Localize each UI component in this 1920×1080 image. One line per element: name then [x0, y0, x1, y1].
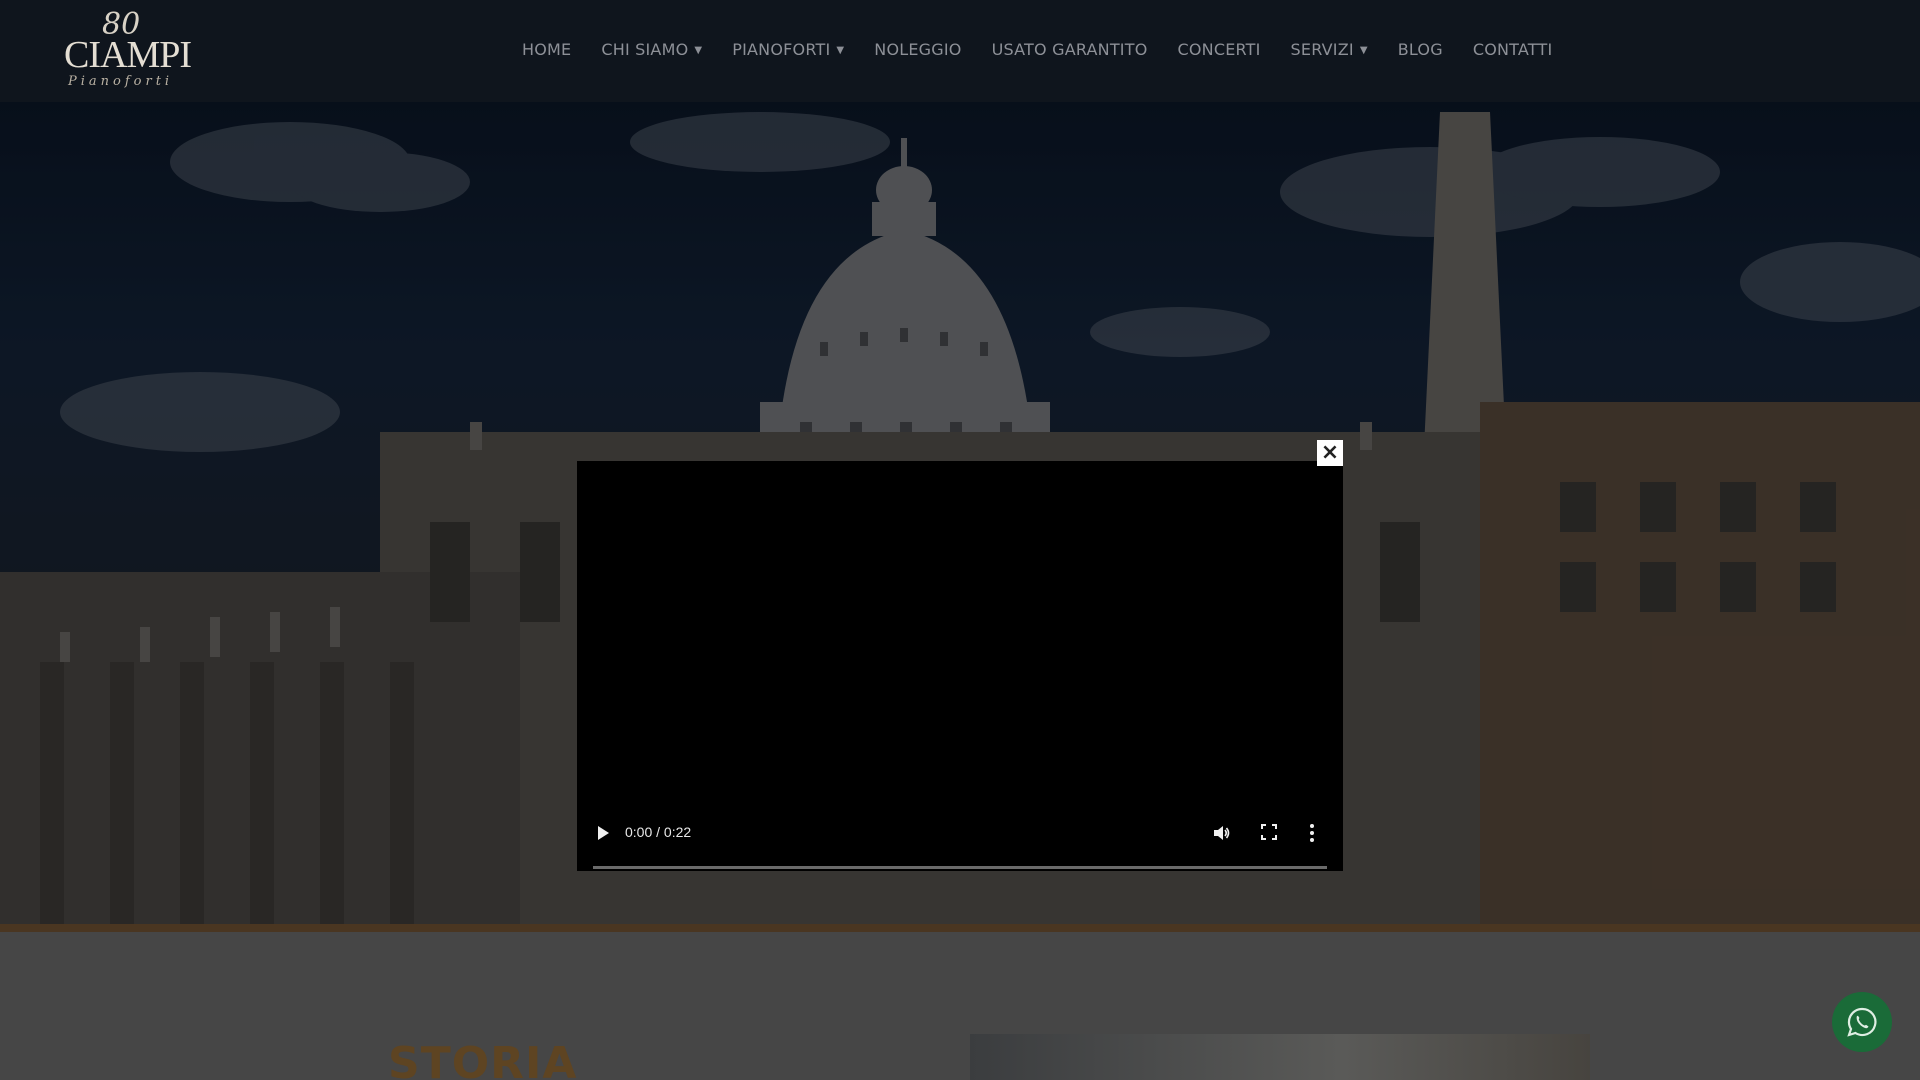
nav-item-label: NOLEGGIO	[874, 39, 962, 59]
fullscreen-icon[interactable]	[1261, 824, 1277, 840]
nav-item-concerti[interactable]: CONCERTI	[1177, 40, 1260, 59]
logo-subtitle: Pianoforti	[68, 74, 174, 89]
nav-item-home[interactable]: HOME	[522, 40, 571, 59]
chevron-down-icon: ▼	[836, 44, 845, 56]
logo-name: CIAMPI	[64, 34, 192, 76]
content-section	[0, 932, 1920, 1080]
close-button[interactable]: ×	[1317, 440, 1343, 466]
nav-item-blog[interactable]: BLOG	[1398, 40, 1443, 59]
more-options-icon[interactable]	[1309, 823, 1315, 843]
nav-item-contatti[interactable]: CONTATTI	[1473, 40, 1553, 59]
nav-item-label: USATO GARANTITO	[991, 39, 1148, 59]
section-title: STORIA	[388, 1038, 578, 1080]
nav-item-label: HOME	[522, 39, 572, 59]
chevron-down-icon: ▼	[1359, 44, 1368, 56]
section-image	[970, 1034, 1590, 1080]
chevron-down-icon: ▼	[694, 44, 703, 56]
video-progress-bar[interactable]	[593, 866, 1327, 869]
nav-item-label: CONTATTI	[1472, 39, 1553, 59]
whatsapp-icon	[1847, 1007, 1877, 1037]
nav-item-label: SERVIZI	[1290, 39, 1354, 59]
section-divider	[0, 924, 1920, 932]
play-icon[interactable]	[595, 823, 611, 843]
site-header: 80 CIAMPI Pianoforti HOME CHI SIAMO ▼ PI…	[0, 0, 1920, 102]
nav-item-servizi[interactable]: SERVIZI ▼	[1291, 40, 1368, 59]
whatsapp-button[interactable]	[1832, 992, 1892, 1052]
nav-item-noleggio[interactable]: NOLEGGIO	[874, 40, 961, 59]
main-navigation: HOME CHI SIAMO ▼ PIANOFORTI ▼ NOLEGGIO U…	[522, 0, 1552, 98]
nav-item-usato-garantito[interactable]: USATO GARANTITO	[992, 40, 1148, 59]
nav-item-chi-siamo[interactable]: CHI SIAMO ▼	[601, 40, 702, 59]
video-time: 0:00 / 0:22	[625, 824, 692, 840]
nav-item-label: CONCERTI	[1177, 39, 1261, 59]
nav-item-label: CHI SIAMO	[601, 39, 689, 59]
video-player[interactable]: 0:00 / 0:22	[577, 461, 1343, 871]
volume-icon[interactable]	[1211, 823, 1231, 843]
video-controls: 0:00 / 0:22	[577, 811, 1343, 871]
nav-item-label: BLOG	[1397, 39, 1443, 59]
brand-logo[interactable]: 80 CIAMPI Pianoforti	[64, 10, 192, 90]
nav-item-label: PIANOFORTI	[732, 39, 831, 59]
nav-item-pianoforti[interactable]: PIANOFORTI ▼	[732, 40, 844, 59]
